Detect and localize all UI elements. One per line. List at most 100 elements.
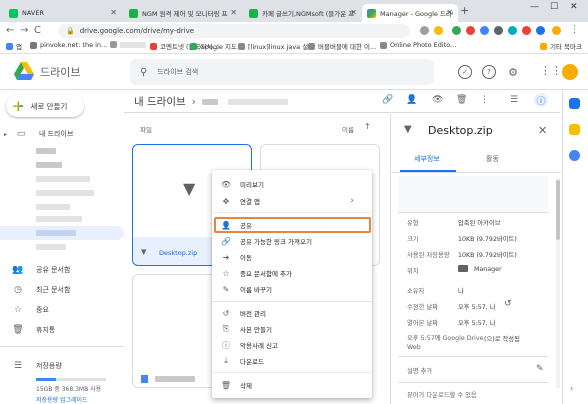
sort-name-button[interactable]: 이름 [342, 124, 354, 134]
browser-tab-cafe[interactable]: 카페 글쓰기,NGMsoft (블가운 프 ✕ [244, 4, 362, 22]
account-avatar[interactable] [562, 64, 578, 80]
trash-icon[interactable]: 🗑 [456, 95, 467, 105]
offline-icon[interactable]: ✓ [458, 65, 472, 79]
menu-item-move[interactable]: ➜ 이동 [220, 250, 368, 264]
tasks-icon[interactable] [569, 150, 580, 161]
search-icon[interactable]: ⚲ [140, 67, 147, 78]
extension-icon[interactable] [480, 26, 489, 35]
viewers-download-note: 뷰어가 다운로드할 수 있음 [407, 392, 477, 399]
folder-tree-item[interactable] [36, 176, 90, 182]
bookmark-pinvoke[interactable]: pinvoke.net: the in... [30, 41, 107, 49]
extension-icon[interactable] [522, 26, 531, 35]
sidebar-item-starred[interactable]: ☆ 중요 [0, 302, 124, 318]
menu-item-make-copy[interactable]: ⎘ 사본 만들기 [220, 322, 368, 336]
sidebar-item-recent[interactable]: ◷ 최근 문서함 [0, 282, 124, 298]
more-vert-icon[interactable]: ⋮ [480, 95, 489, 105]
keep-icon[interactable] [569, 124, 580, 135]
folder-tree-item[interactable] [36, 162, 62, 168]
page-icon [380, 41, 387, 49]
folder-tree-item[interactable] [36, 148, 56, 154]
menu-item-report-abuse[interactable]: ⓘ 악용사례 신고 [220, 338, 368, 352]
window-close-button[interactable]: ✕ [570, 2, 578, 12]
close-icon[interactable]: ✕ [350, 8, 357, 17]
extension-icon[interactable] [466, 26, 475, 35]
breadcrumb-root[interactable]: 내 드라이브 [134, 94, 186, 109]
bookmark-linux[interactable]: [linux]linux java 설... [238, 41, 314, 51]
bookmark-photo-editor[interactable]: Online Photo Edito... [380, 41, 456, 49]
list-view-icon[interactable]: ☰ [510, 95, 518, 105]
reload-button[interactable]: C [34, 25, 41, 36]
sort-arrow-icon[interactable]: ↑ [364, 122, 371, 131]
bookmark-google-maps[interactable]: Google 지도 [190, 41, 237, 51]
expand-arrow-icon[interactable]: ▸ [4, 131, 7, 138]
maximize-button[interactable]: ☐ [550, 2, 558, 12]
folder-tree-item[interactable] [36, 216, 82, 222]
history-icon[interactable]: ↺ [504, 299, 512, 309]
tab-details[interactable]: 세부정보 [414, 154, 440, 164]
menu-item-add-starred[interactable]: ☆ 중요 문서함에 추가 [220, 266, 368, 280]
close-panel-button[interactable]: ✕ [538, 124, 547, 137]
menu-item-preview[interactable]: 👁 미리보기 [220, 177, 368, 191]
profile-avatar[interactable] [552, 26, 561, 35]
settings-gear-icon[interactable]: ⚙ [506, 65, 520, 79]
new-tab-button[interactable]: + [460, 4, 469, 17]
info-icon[interactable]: ⓘ [534, 93, 548, 107]
extension-icon[interactable] [508, 26, 517, 35]
browser-tab-naver[interactable]: NAVER ✕ [4, 4, 122, 22]
edit-pencil-icon[interactable]: ✎ [536, 364, 544, 374]
back-button[interactable]: ← [6, 25, 14, 36]
new-button[interactable]: + 새로 만들기 [6, 95, 84, 117]
details-scrollbar-thumb[interactable] [556, 180, 560, 240]
chrome-menu-icon[interactable]: ⋮ [570, 25, 579, 35]
folder-tree-item[interactable] [36, 244, 66, 250]
preview-eye-icon[interactable]: 👁 [432, 95, 443, 105]
browser-tab-drive[interactable]: Manager - Google 드라이브 ✕ [362, 4, 458, 22]
address-bar[interactable]: 🔒 drive.google.com/drive/my-drive [58, 24, 410, 38]
menu-item-download[interactable]: ⤓ 다운로드 [220, 354, 368, 368]
folder-tree-item[interactable] [36, 190, 94, 196]
extension-icon[interactable] [536, 26, 545, 35]
add-description-field[interactable]: 설명 추가 [407, 366, 432, 375]
menu-item-rename[interactable]: ✎ 이름 바꾸기 [220, 282, 368, 296]
sidebar-item-trash[interactable]: 🗑 휴지통 [0, 322, 124, 338]
sidebar-item-shared[interactable]: 👥 공유 문서함 [0, 262, 124, 278]
link-icon[interactable]: 🔗 [382, 95, 393, 105]
sidebar-label: 내 드라이브 [39, 130, 74, 138]
share-person-icon[interactable]: 👤 [406, 95, 417, 105]
bookmark-apps[interactable]: 앱 [6, 41, 22, 51]
browser-tab-ngm[interactable]: NGM 원격 제어 및 모니터링 프 ✕ [124, 4, 242, 22]
sidebar-item-storage[interactable]: ☰ 저장용량 [0, 358, 124, 374]
bookmark-other[interactable]: 기타 북마크 [540, 41, 582, 51]
bookmark-star-icon[interactable] [434, 26, 443, 35]
detail-label-size: 크기 [407, 236, 419, 243]
folder-tree-item[interactable] [36, 204, 70, 210]
sidebar-item-my-drive[interactable]: ▸ ▭ 내 드라이브 [0, 126, 124, 142]
close-icon[interactable]: ✕ [230, 8, 237, 17]
drive-search-input[interactable]: ⚲ 드라이브 검색 [130, 59, 434, 85]
menu-item-open-with[interactable]: ✥ 연결 앱 › [220, 194, 368, 208]
extension-icon[interactable] [494, 26, 503, 35]
menu-item-manage-versions[interactable]: ↺ 버전 관리 [220, 306, 368, 320]
menu-item-get-link[interactable]: 🔗 공유 가능한 링크 가져오기 [220, 234, 368, 248]
zoom-icon[interactable] [420, 26, 429, 35]
upgrade-storage-link[interactable]: 저장용량 업그레이드 [36, 395, 88, 404]
close-icon[interactable]: ✕ [110, 8, 117, 17]
bookmark-bubble[interactable]: 버블버블에 대한 이... [308, 41, 376, 51]
detail-value-location[interactable]: Manager [474, 266, 502, 273]
detail-label-storage: 사용된 저장용량 [407, 252, 450, 259]
tab-activity[interactable]: 활동 [486, 154, 499, 164]
collapse-panel-icon[interactable]: › [570, 384, 573, 393]
apps-grid-icon[interactable]: ⋮⋮ [540, 64, 562, 77]
breadcrumb-current-folder[interactable] [227, 98, 288, 105]
help-icon[interactable]: ? [482, 65, 496, 79]
breadcrumb-folder[interactable] [201, 98, 218, 105]
minimize-button[interactable]: — [530, 2, 539, 12]
app-title[interactable]: 드라이브 [40, 64, 80, 80]
extension-icon[interactable] [452, 26, 461, 35]
forward-button[interactable]: → [20, 25, 28, 36]
bookmark-item[interactable] [110, 41, 146, 48]
close-icon[interactable]: ✕ [446, 8, 453, 17]
drive-logo-icon[interactable] [14, 62, 34, 80]
menu-item-delete[interactable]: 🗑 삭제 [220, 378, 368, 392]
calendar-icon[interactable] [569, 98, 580, 109]
